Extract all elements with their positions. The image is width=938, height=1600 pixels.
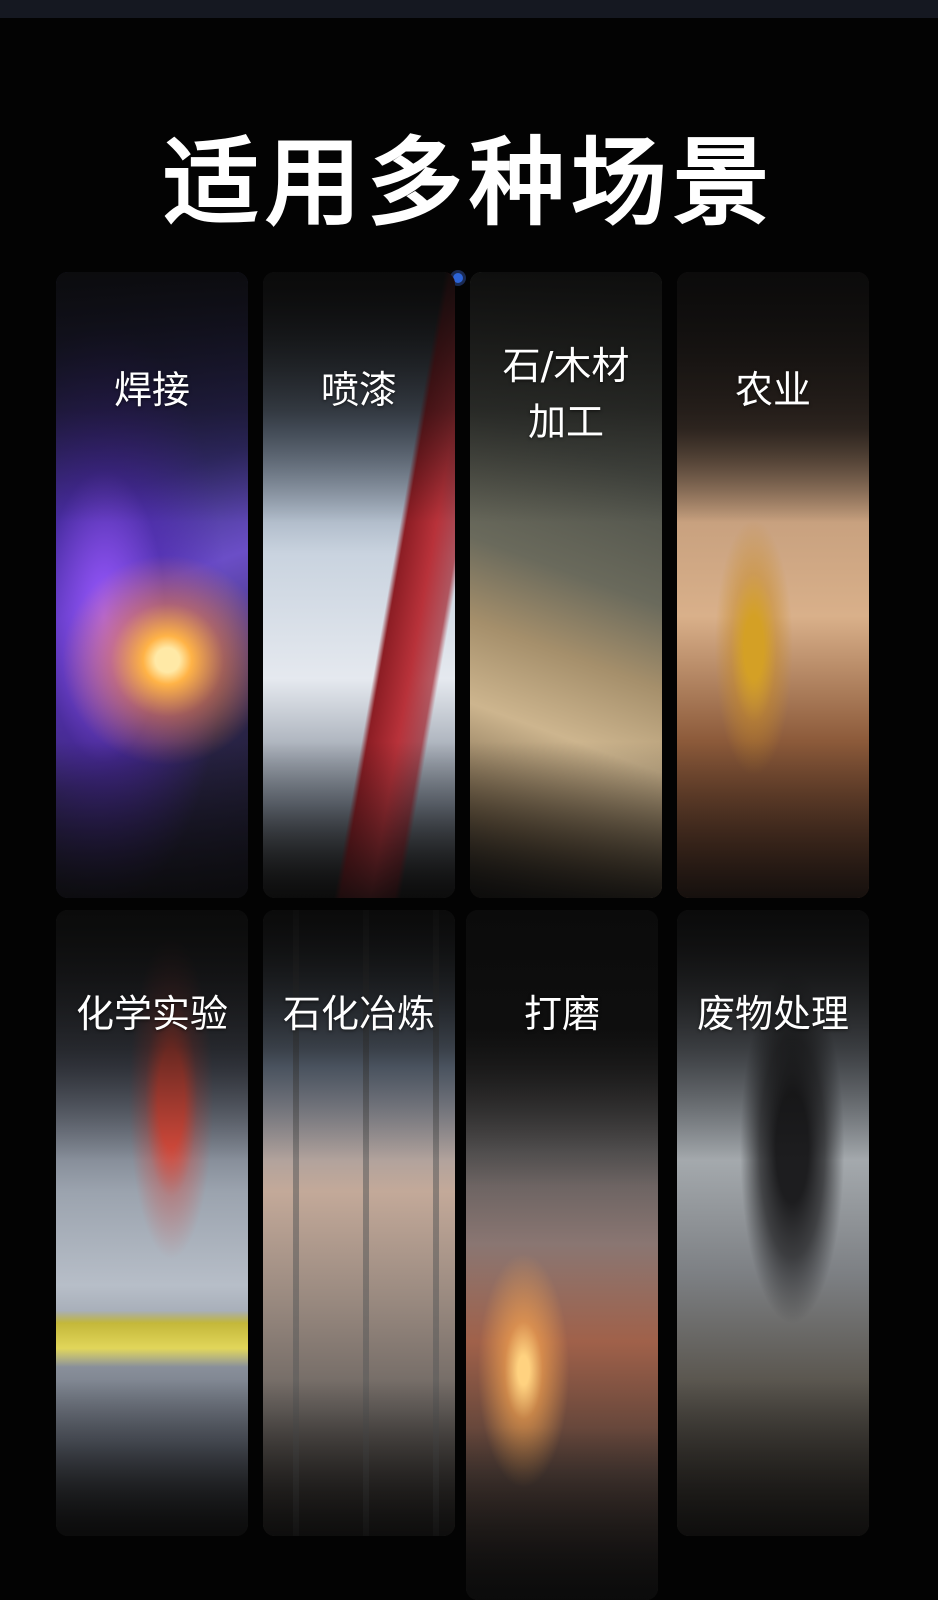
scene-label: 农业: [734, 368, 811, 412]
page-title: 适用多种场景: [163, 127, 775, 239]
scene-card-petrochemical-smelting[interactable]: 石化冶炼: [263, 910, 455, 1536]
scene-label: 石/木材 加工: [502, 344, 630, 444]
scene-card-spray-painting[interactable]: 喷漆: [263, 272, 455, 898]
scene-card-chemistry-lab[interactable]: 化学实验: [56, 910, 248, 1536]
top-status-bar: [0, 0, 938, 18]
scene-label: 焊接: [113, 368, 190, 412]
scene-card-agriculture[interactable]: 农业: [677, 272, 869, 898]
scene-card-welding[interactable]: 焊接: [56, 272, 248, 898]
scene-card-stone-wood-processing[interactable]: 石/木材 加工: [470, 272, 662, 898]
scene-label: 打磨: [523, 992, 600, 1036]
scene-label: 废物处理: [696, 992, 849, 1036]
scene-label: 石化冶炼: [282, 992, 435, 1036]
scene-label: 喷漆: [320, 368, 397, 412]
scene-card-waste-treatment[interactable]: 废物处理: [677, 910, 869, 1536]
scene-card-grinding[interactable]: 打磨: [466, 910, 658, 1600]
scene-label: 化学实验: [75, 992, 228, 1036]
